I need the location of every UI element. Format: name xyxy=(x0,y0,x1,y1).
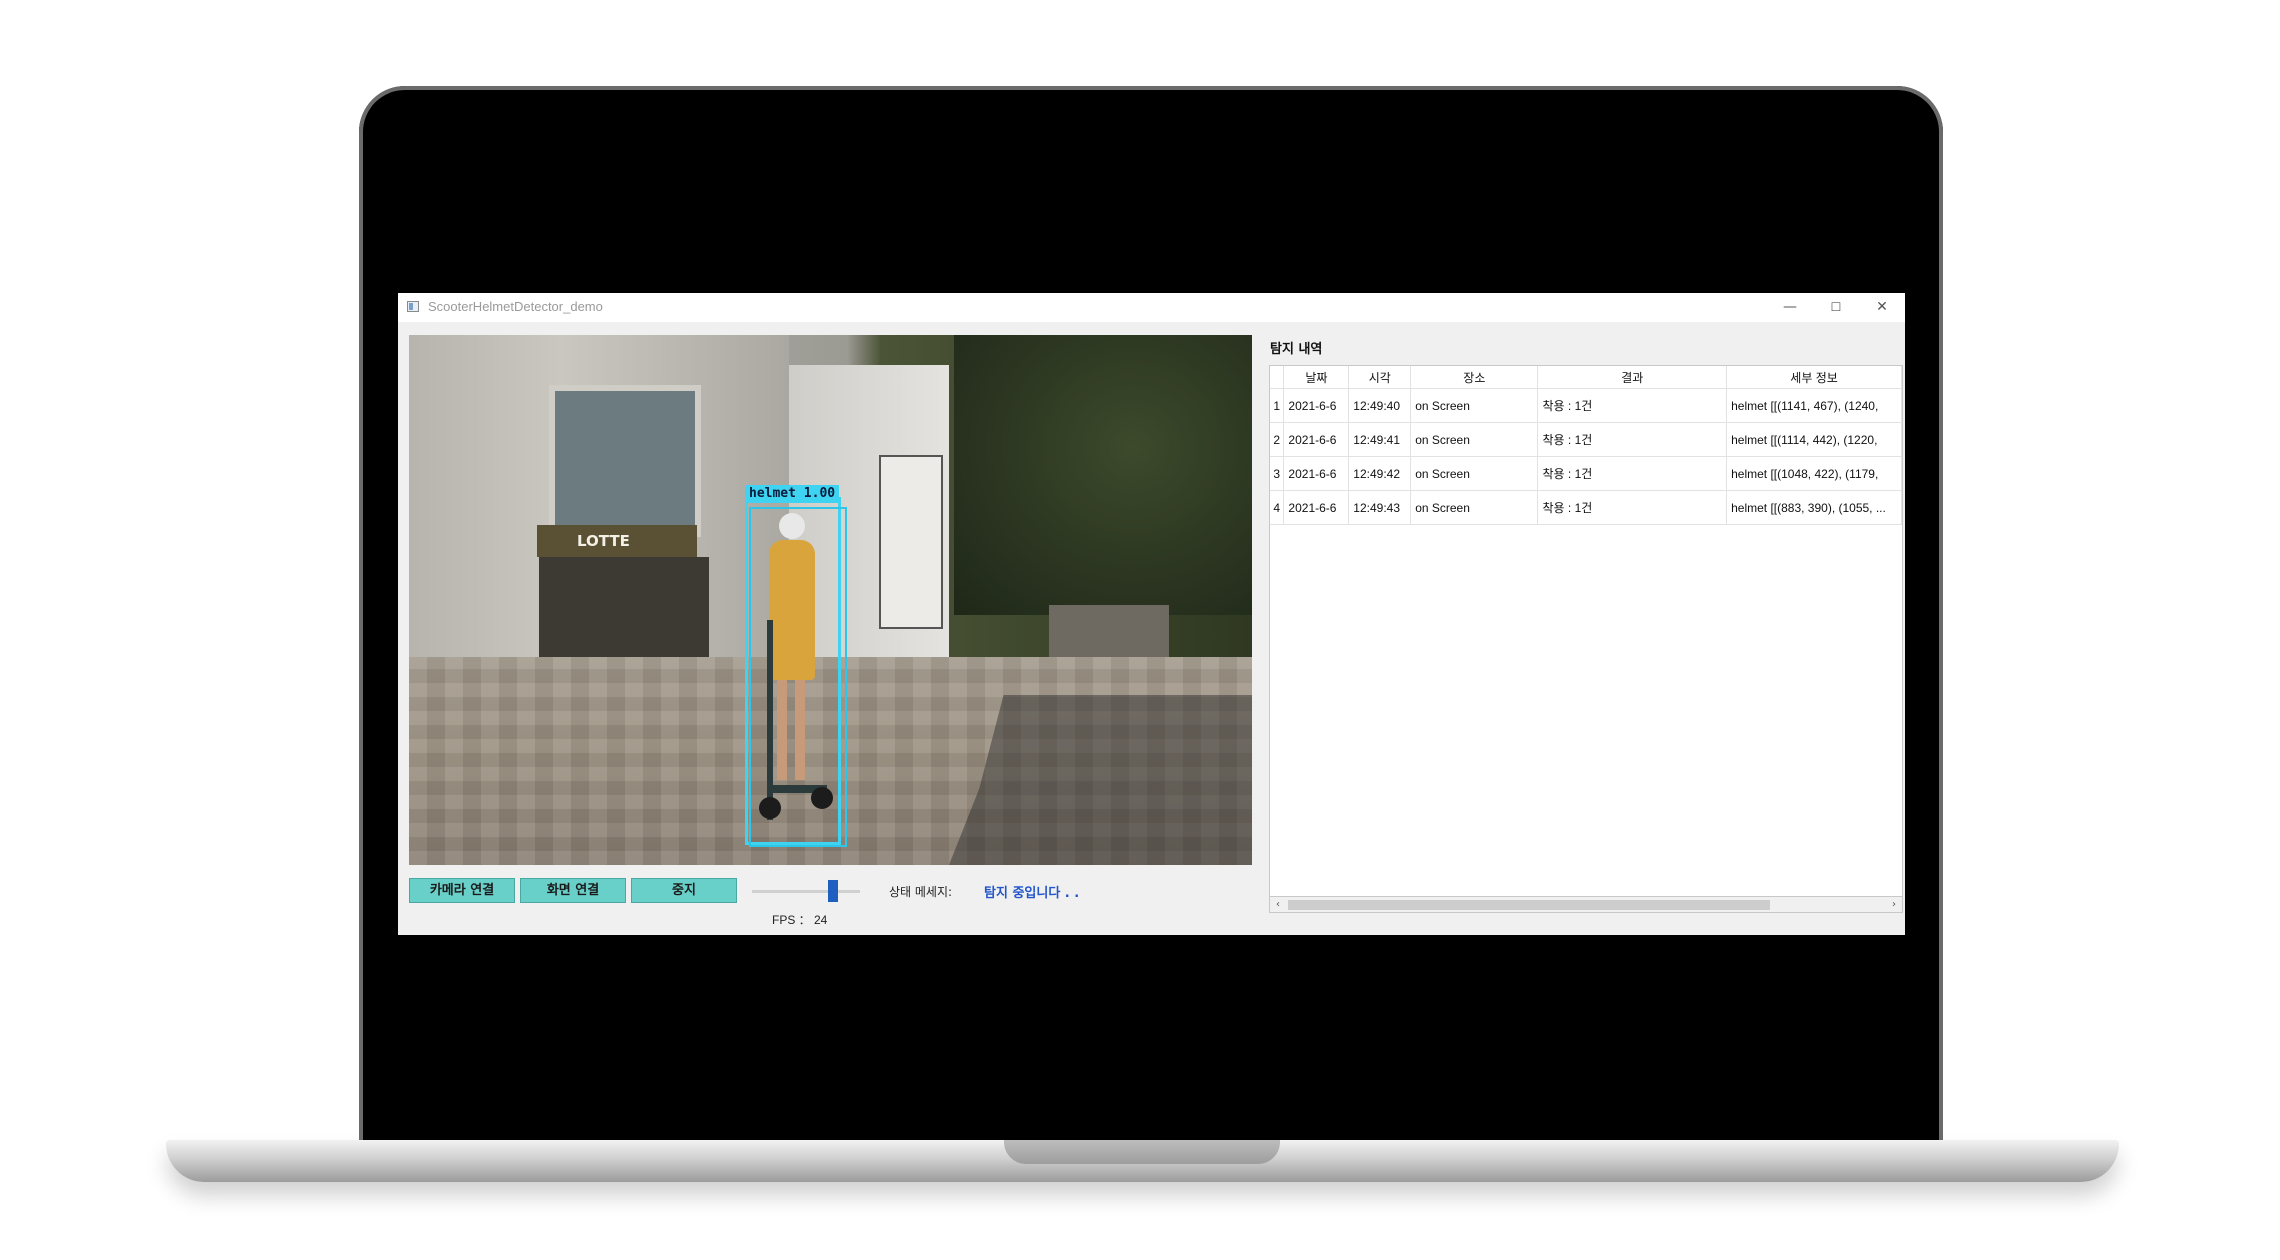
cell-time[interactable]: 12:49:42 xyxy=(1348,456,1412,491)
window-title: ScooterHelmetDetector_demo xyxy=(428,299,603,314)
detection-label: helmet 1.00 xyxy=(745,485,840,503)
fps-slider-handle[interactable] xyxy=(828,880,838,902)
corner-header xyxy=(1270,366,1285,389)
table-row[interactable]: 2 2021-6-6 12:49:41 on Screen 착용 : 1건 he… xyxy=(1270,422,1902,457)
scroll-right-icon[interactable]: › xyxy=(1886,897,1902,912)
status-label: 상태 메세지: xyxy=(889,885,953,899)
cell-result[interactable]: 착용 : 1건 xyxy=(1537,388,1728,423)
stop-button[interactable]: 중지 xyxy=(631,878,737,903)
cell-result[interactable]: 착용 : 1건 xyxy=(1537,456,1728,491)
app-icon xyxy=(407,301,419,312)
maximize-button[interactable]: ☐ xyxy=(1813,293,1859,322)
statue-base xyxy=(1049,605,1169,665)
table-row[interactable]: 3 2021-6-6 12:49:42 on Screen 착용 : 1건 he… xyxy=(1270,456,1902,491)
cell-result[interactable]: 착용 : 1건 xyxy=(1537,422,1728,457)
cell-detail[interactable]: helmet [[(883, 390), (1055, ... xyxy=(1726,490,1902,525)
detection-box-secondary xyxy=(749,507,847,847)
row-index: 1 xyxy=(1270,388,1285,423)
cell-time[interactable]: 12:49:40 xyxy=(1348,388,1412,423)
cell-place[interactable]: on Screen xyxy=(1410,422,1539,457)
cell-date[interactable]: 2021-6-6 xyxy=(1283,388,1350,423)
screen-connect-button[interactable]: 화면 연결 xyxy=(520,878,626,903)
app-window: ScooterHelmetDetector_demo — ☐ ✕ LOTTE h… xyxy=(398,293,1905,935)
table-row[interactable]: 4 2021-6-6 12:49:43 on Screen 착용 : 1건 he… xyxy=(1270,490,1902,525)
building-window xyxy=(549,385,701,537)
column-header-result[interactable]: 결과 xyxy=(1537,366,1728,389)
title-bar: ScooterHelmetDetector_demo — ☐ ✕ xyxy=(398,293,1905,322)
cell-date[interactable]: 2021-6-6 xyxy=(1283,490,1350,525)
scrollbar-thumb[interactable] xyxy=(1288,900,1770,910)
cell-date[interactable]: 2021-6-6 xyxy=(1283,422,1350,457)
cell-place[interactable]: on Screen xyxy=(1410,490,1539,525)
close-button[interactable]: ✕ xyxy=(1859,293,1905,322)
column-header-detail[interactable]: 세부 정보 xyxy=(1726,366,1902,389)
table-header-row: 날짜 시각 장소 결과 세부 정보 xyxy=(1270,366,1902,389)
cell-time[interactable]: 12:49:43 xyxy=(1348,490,1412,525)
fps-slider-track[interactable] xyxy=(752,890,860,893)
cell-detail[interactable]: helmet [[(1114, 442), (1220, xyxy=(1726,422,1902,457)
column-header-date[interactable]: 날짜 xyxy=(1283,366,1350,389)
cell-place[interactable]: on Screen xyxy=(1410,388,1539,423)
tree-canopy xyxy=(954,335,1252,615)
store-sign: LOTTE xyxy=(537,525,697,557)
laptop-notch xyxy=(1004,1140,1280,1164)
cell-date[interactable]: 2021-6-6 xyxy=(1283,456,1350,491)
cell-detail[interactable]: helmet [[(1141, 467), (1240, xyxy=(1726,388,1902,423)
table-row[interactable]: 1 2021-6-6 12:49:40 on Screen 착용 : 1건 he… xyxy=(1270,388,1902,423)
building-banner xyxy=(879,455,943,629)
scroll-left-icon[interactable]: ‹ xyxy=(1270,897,1286,912)
row-index: 2 xyxy=(1270,422,1285,457)
history-title: 탐지 내역 xyxy=(1270,342,1323,357)
cell-detail[interactable]: helmet [[(1048, 422), (1179, xyxy=(1726,456,1902,491)
history-table[interactable]: 날짜 시각 장소 결과 세부 정보 1 2021-6-6 12:49:40 on… xyxy=(1269,365,1903,909)
fps-label: FPS ： 24 xyxy=(772,913,828,927)
row-index: 3 xyxy=(1270,456,1285,491)
row-index: 4 xyxy=(1270,490,1285,525)
cell-result[interactable]: 착용 : 1건 xyxy=(1537,490,1728,525)
column-header-time[interactable]: 시각 xyxy=(1348,366,1412,389)
column-header-place[interactable]: 장소 xyxy=(1410,366,1539,389)
cell-place[interactable]: on Screen xyxy=(1410,456,1539,491)
status-message: 탐지 중입니다 . . xyxy=(984,886,1080,901)
video-frame: LOTTE helmet 1.00 xyxy=(409,335,1252,865)
building-entrance xyxy=(539,557,709,657)
minimize-button[interactable]: — xyxy=(1767,293,1813,322)
cell-time[interactable]: 12:49:41 xyxy=(1348,422,1412,457)
camera-connect-button[interactable]: 카메라 연결 xyxy=(409,878,515,903)
horizontal-scrollbar[interactable]: ‹ › xyxy=(1269,896,1903,913)
